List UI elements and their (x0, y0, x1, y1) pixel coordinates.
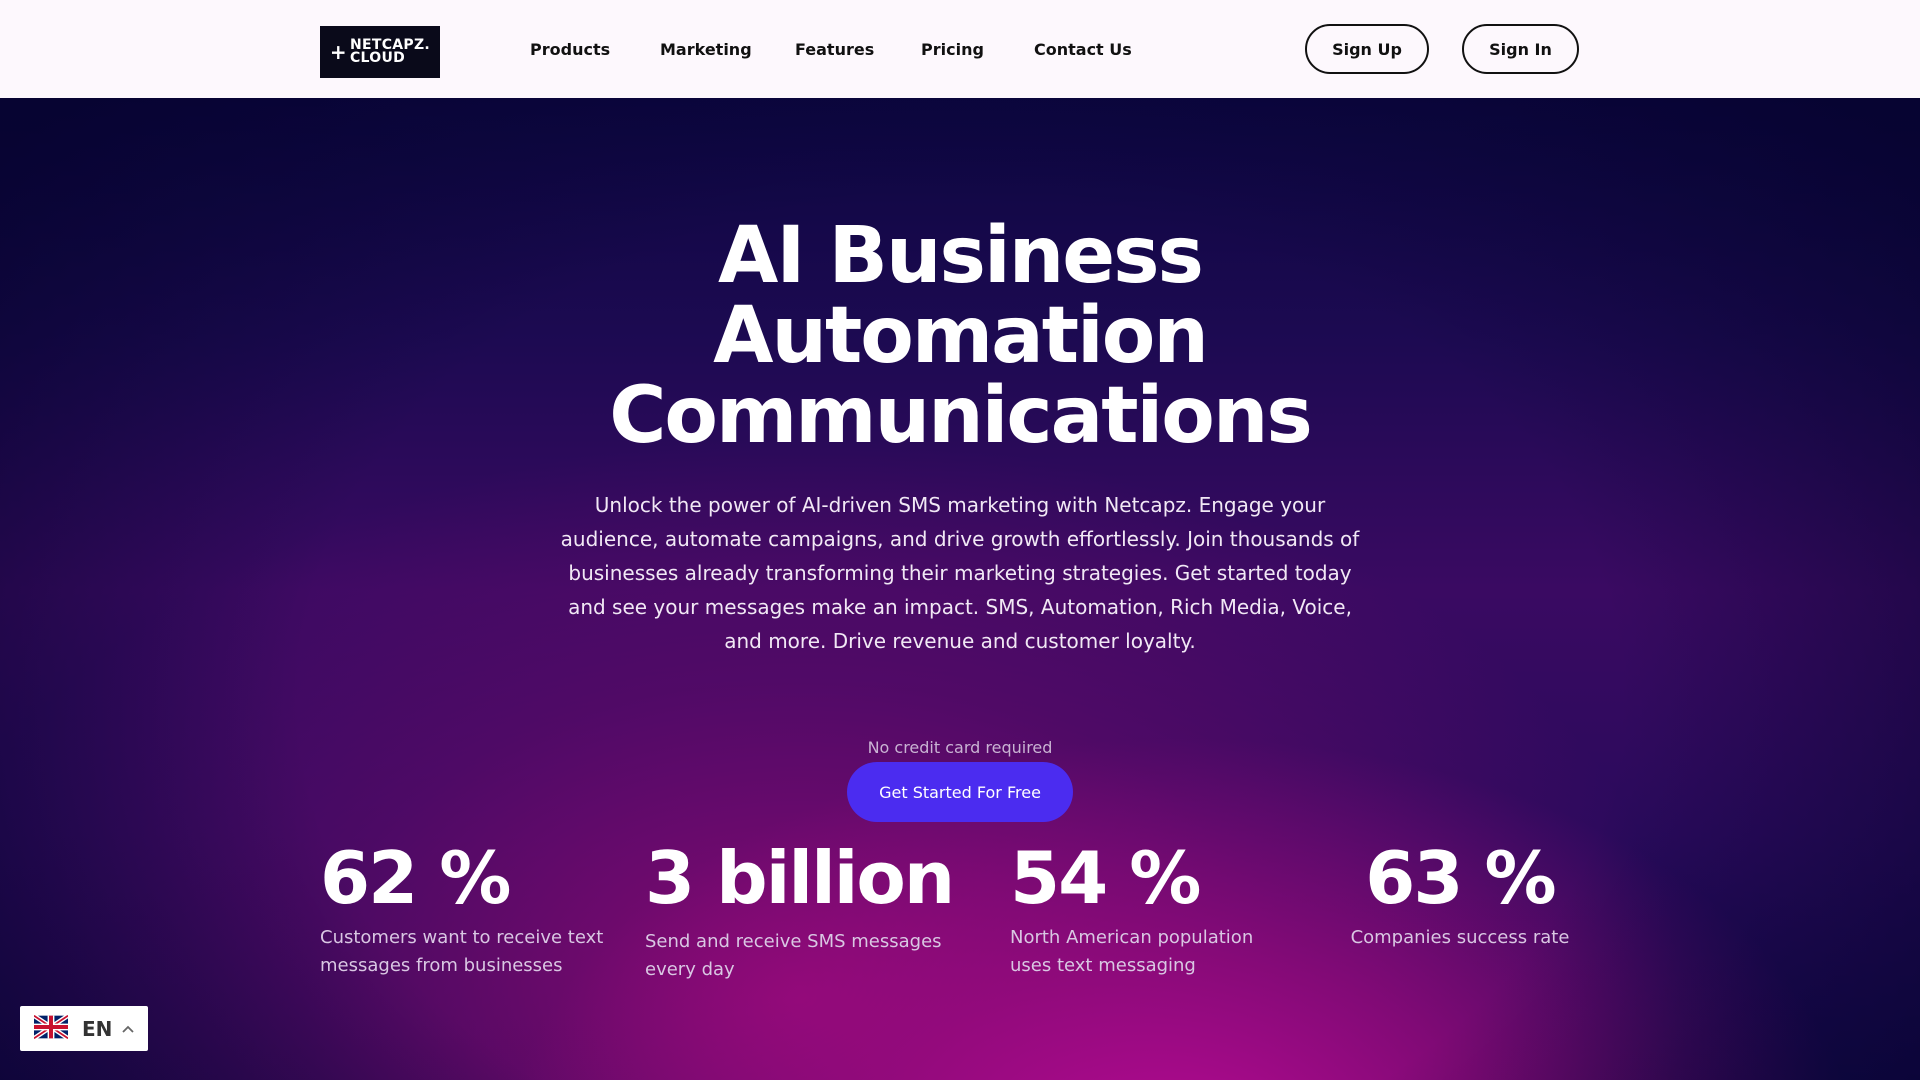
netcapz-logo[interactable]: + NETCAPZ. CLOUD (320, 26, 440, 78)
stat-value: 63 % (1365, 836, 1556, 920)
stat-item: 3 billion Send and receive SMS messages … (645, 838, 990, 984)
stat-description: North American population uses text mess… (1010, 927, 1254, 976)
hero-section: AI Business Automation Communications Un… (0, 98, 1920, 1080)
hero-subtitle: Unlock the power of AI-driven SMS market… (560, 493, 1360, 653)
nav-products[interactable]: Products (530, 40, 610, 59)
stat-description: Companies success rate (1350, 927, 1570, 948)
stat-description: Customers want to receive text messages … (320, 927, 604, 976)
stat-value: 62 % (320, 836, 511, 920)
stat-item: 54 % North American population uses text… (1010, 838, 1270, 980)
nav-features[interactable]: Features (795, 40, 874, 59)
stat-value: 3 billion (645, 836, 955, 920)
chevron-up-icon (122, 1022, 135, 1036)
hero-title-line-1: AI Business (718, 211, 1204, 301)
no-credit-card-note: No credit card required (867, 738, 1053, 757)
uk-flag-icon (32, 1013, 70, 1043)
logo-plus: + (329, 40, 347, 64)
site-header: + NETCAPZ. CLOUD Products Marketing Feat… (0, 0, 1920, 98)
nav-pricing[interactable]: Pricing (921, 40, 984, 59)
stat-value: 54 % (1010, 836, 1201, 920)
sign-up-button[interactable]: Sign Up (1305, 24, 1429, 74)
logo-line-2: CLOUD (349, 50, 406, 66)
sign-in-button[interactable]: Sign In (1462, 24, 1579, 74)
language-selector[interactable]: EN (20, 1006, 148, 1051)
hero-title-line-3: Communications (609, 371, 1313, 461)
stat-description: Send and receive SMS messages every day (645, 931, 942, 980)
nav-contact-us[interactable]: Contact Us (1034, 40, 1132, 59)
hero-title-line-2: Automation (713, 291, 1209, 381)
hero-title: AI Business Automation Communications (460, 216, 1460, 456)
language-code: EN (82, 1016, 113, 1041)
stat-item: 62 % Customers want to receive text mess… (320, 838, 620, 980)
get-started-button[interactable]: Get Started For Free (847, 762, 1073, 822)
nav-marketing[interactable]: Marketing (660, 40, 752, 59)
stat-item: 63 % Companies success rate (1340, 838, 1580, 952)
